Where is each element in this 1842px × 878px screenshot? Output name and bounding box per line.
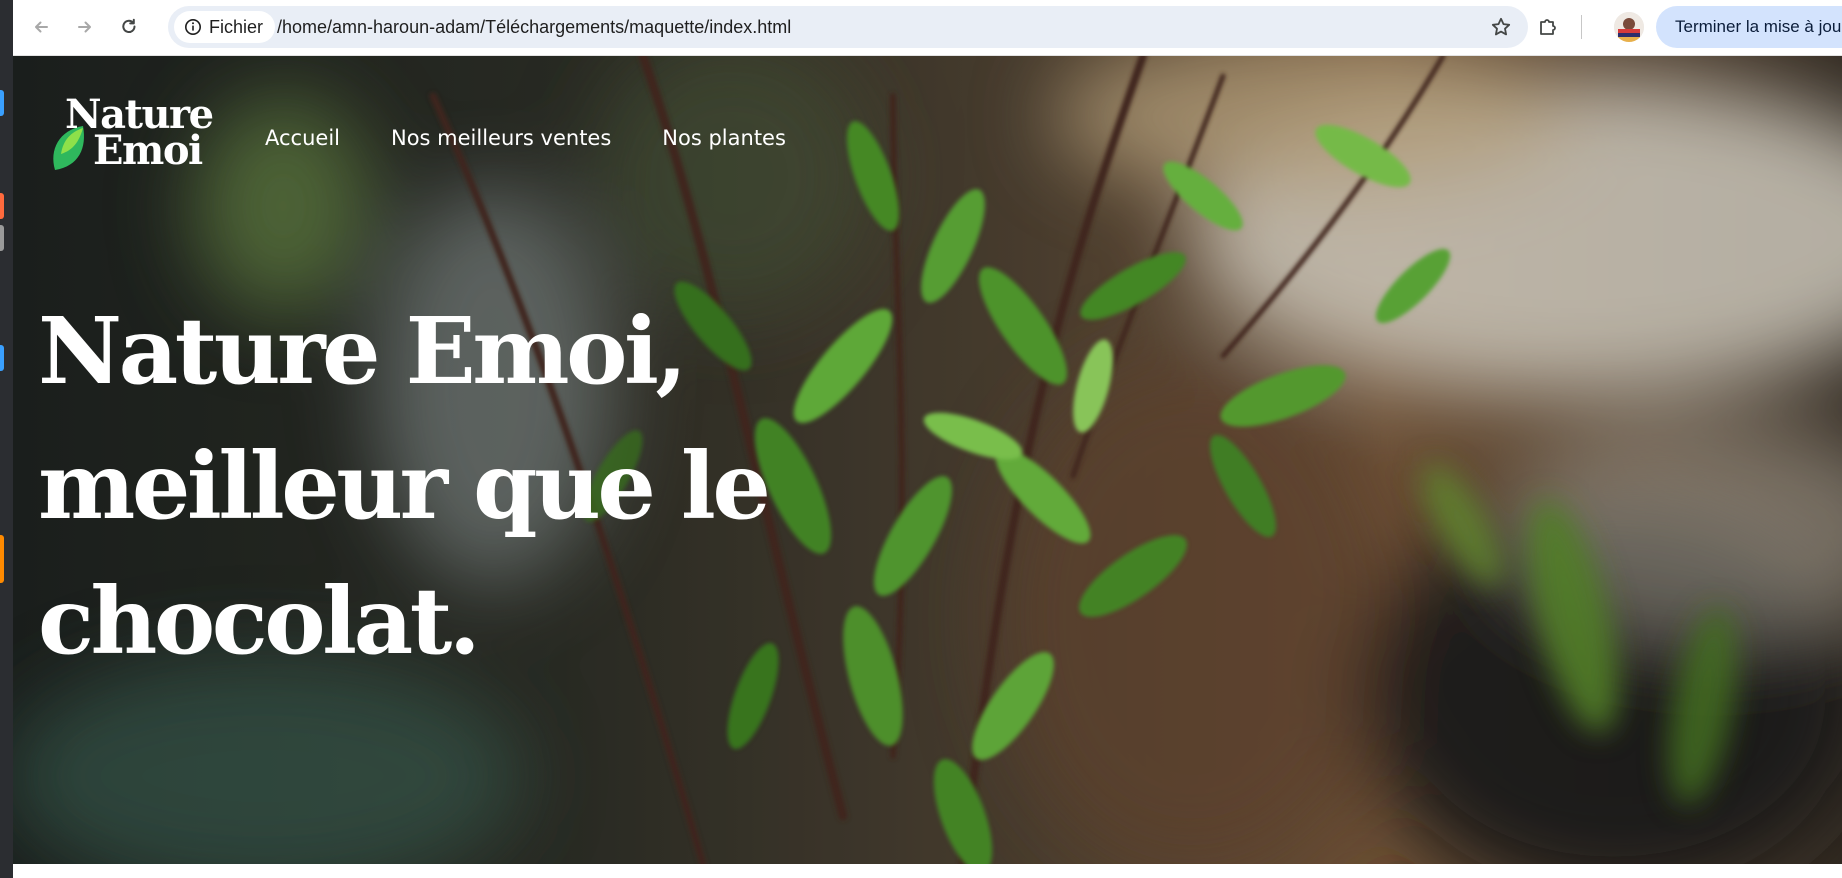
avatar-image bbox=[1614, 12, 1644, 42]
headline-line: meilleur que le bbox=[38, 432, 771, 540]
site-info-label: Fichier bbox=[209, 16, 264, 37]
dock-indicator bbox=[0, 535, 4, 583]
info-icon bbox=[185, 19, 201, 35]
dock-indicator bbox=[0, 345, 4, 371]
extensions-icon bbox=[1540, 19, 1556, 35]
extensions-button[interactable] bbox=[1532, 11, 1564, 43]
star-icon bbox=[1491, 17, 1511, 36]
logo-word-emoi: Emoi bbox=[93, 127, 203, 174]
dock-indicator bbox=[0, 193, 4, 219]
forward-button[interactable] bbox=[68, 10, 102, 44]
headline-line: chocolat. bbox=[38, 567, 481, 675]
desktop-dock bbox=[0, 0, 13, 878]
bookmark-button[interactable] bbox=[1488, 14, 1514, 40]
site-logo[interactable]: Nature Emoi bbox=[49, 95, 219, 176]
reload-button[interactable] bbox=[112, 10, 146, 44]
url-text[interactable]: /home/amn-haroun-adam/Téléchargements/ma… bbox=[277, 6, 791, 48]
reload-icon bbox=[122, 18, 136, 33]
forward-arrow-icon bbox=[78, 21, 91, 33]
hero-headline: Nature Emoi, meilleur que le chocolat. bbox=[38, 284, 838, 689]
dock-indicator bbox=[0, 225, 4, 251]
main-navigation: Accueil Nos meilleurs ventes Nos plantes bbox=[265, 126, 786, 150]
page-below-hero bbox=[13, 864, 1842, 878]
nav-link-best-sellers[interactable]: Nos meilleurs ventes bbox=[391, 126, 611, 150]
toolbar-separator bbox=[1581, 15, 1582, 39]
address-bar[interactable]: Fichier /home/amn-haroun-adam/Télécharge… bbox=[168, 6, 1528, 48]
back-button[interactable] bbox=[24, 10, 58, 44]
nav-link-plants[interactable]: Nos plantes bbox=[662, 126, 786, 150]
nav-link-accueil[interactable]: Accueil bbox=[265, 126, 340, 150]
headline-line: Nature Emoi, bbox=[38, 297, 687, 405]
site-info-chip[interactable]: Fichier bbox=[174, 11, 276, 43]
browser-toolbar: Fichier /home/amn-haroun-adam/Télécharge… bbox=[13, 0, 1842, 56]
profile-avatar[interactable] bbox=[1614, 12, 1644, 42]
back-arrow-icon bbox=[35, 21, 48, 33]
finish-update-button[interactable]: Terminer la mise à jour bbox=[1656, 6, 1842, 48]
hero-section: Nature Emoi Accueil Nos meilleurs ventes… bbox=[13, 56, 1842, 864]
dock-indicator bbox=[0, 90, 4, 116]
